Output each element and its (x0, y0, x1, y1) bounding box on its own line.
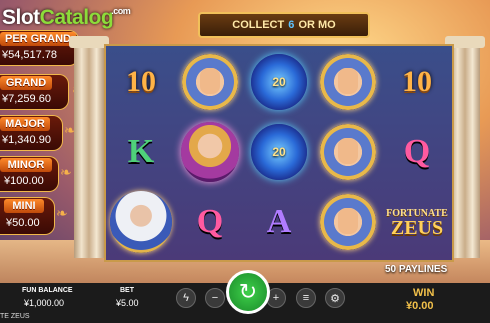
goddess-portrait-icon (181, 122, 239, 182)
watermark-logo: SlotCatalog.com (2, 6, 131, 30)
reel-symbol: 20 (246, 120, 312, 184)
reel-symbol: 10 (108, 50, 174, 114)
orb-value: 20 (272, 145, 286, 159)
game-name: TE ZEUS (0, 313, 30, 320)
left-pillar (69, 36, 109, 258)
reel-symbol: A (246, 190, 312, 254)
zeus-portrait-icon (110, 191, 172, 253)
jackpot-label: MAJOR (0, 117, 50, 131)
reel-symbol (108, 190, 174, 254)
collect-prefix: COLLECT (232, 19, 288, 31)
collect-suffix: OR MO (295, 19, 336, 31)
lightning-orb-icon: 20 (251, 124, 307, 180)
jackpot-value: ¥1,340.90 (2, 134, 51, 146)
jackpot-label: PER GRAND (0, 32, 76, 46)
win-value: ¥0.00 (406, 300, 434, 312)
spin-button[interactable]: ↻ (226, 270, 270, 314)
right-pillar (445, 36, 485, 258)
minus-icon[interactable]: − (205, 288, 225, 308)
orb-value: 20 (272, 75, 286, 89)
jackpot-label: GRAND (0, 76, 52, 90)
symbol-number: 10 (126, 65, 156, 98)
reel-symbol: Q (177, 190, 243, 254)
watermark-tld: .com (111, 6, 131, 16)
autoplay-icon[interactable]: ≡ (296, 288, 316, 308)
reel-symbol: Q (384, 120, 450, 184)
spin-icon: ↻ (238, 279, 258, 304)
turbo-lightning-icon[interactable]: ϟ (176, 288, 196, 308)
reel-symbol (315, 50, 381, 114)
lightning-fist-icon (182, 54, 238, 110)
wing-icon: ❧ (56, 205, 68, 221)
jackpot-grand: GRAND ¥7,259.60 (0, 74, 69, 110)
collect-number: 6 (288, 19, 295, 31)
jackpot-value: ¥100.00 (4, 175, 44, 187)
symbol-letter: Q (196, 203, 224, 240)
bet-value: ¥5.00 (116, 298, 139, 308)
reel-symbol (177, 120, 243, 184)
jackpot-value: ¥50.00 (6, 217, 40, 229)
jackpot-label: MINOR (0, 158, 52, 172)
symbol-letter: K (127, 133, 155, 170)
settings-icon[interactable]: ⚙ (325, 288, 345, 308)
lightning-fist-icon (320, 194, 376, 250)
jackpot-value: ¥54,517.78 (2, 49, 58, 61)
lightning-fist-icon (320, 124, 376, 180)
balance-label: FUN BALANCE (22, 287, 73, 294)
watermark-brand-left: Slot (2, 6, 40, 29)
symbol-letter: A (266, 203, 292, 240)
game-logo-line2: ZEUS (390, 216, 444, 239)
jackpot-label: MINI (4, 199, 44, 213)
paylines-label: 50 PAYLINES (385, 264, 448, 275)
symbol-number: 10 (402, 65, 432, 98)
symbol-letter: Q (403, 133, 431, 170)
lightning-fist-icon (320, 54, 376, 110)
jackpot-mini: MINI ¥50.00 (0, 197, 55, 235)
balance-value: ¥1,000.00 (24, 298, 65, 308)
reel-symbol (315, 190, 381, 254)
jackpot-minor: MINOR ¥100.00 (0, 156, 59, 192)
reel-grid: 10 20 10 K 20 Q Q A FORTUNATE ZEUS (104, 44, 454, 262)
reel-symbol: 20 (246, 50, 312, 114)
jackpot-super-grand: PER GRAND ¥54,517.78 (0, 30, 79, 66)
reel-symbol (177, 50, 243, 114)
bet-label: BET (120, 287, 134, 294)
win-label: WIN (413, 287, 435, 299)
watermark-brand-right: Catalog (39, 6, 114, 29)
reel-symbol: 10 (384, 50, 450, 114)
reel-symbol (315, 120, 381, 184)
collect-banner: COLLECT 6 OR MO (198, 12, 370, 38)
jackpot-value: ¥7,259.60 (2, 93, 51, 105)
jackpot-major: MAJOR ¥1,340.90 (0, 115, 63, 151)
reel-symbol: K (108, 120, 174, 184)
reel-symbol: FORTUNATE ZEUS (384, 190, 450, 254)
lightning-orb-icon: 20 (251, 54, 307, 110)
